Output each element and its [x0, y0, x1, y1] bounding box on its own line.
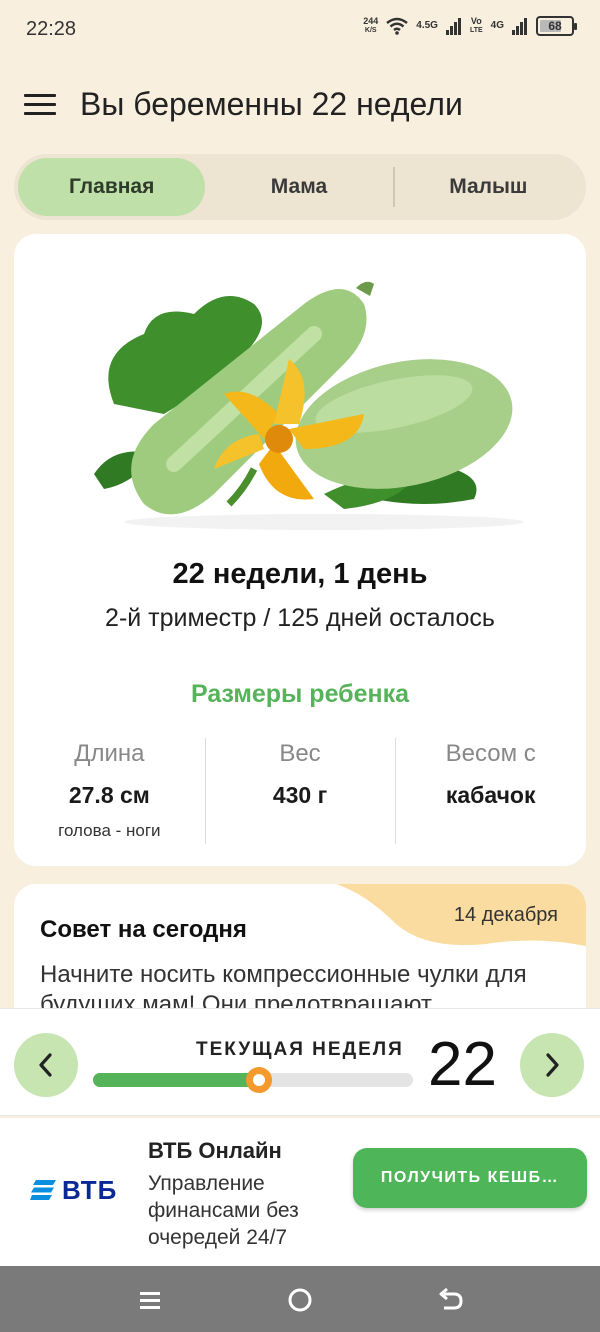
- signal-strength-icon: [512, 18, 527, 35]
- get-cashback-button[interactable]: ПОЛУЧИТЬ КЕШБ…: [353, 1148, 587, 1208]
- recent-apps-icon[interactable]: [136, 1286, 164, 1314]
- metric-value: кабачок: [445, 782, 536, 808]
- metric-note: голова - ноги: [58, 821, 161, 840]
- volte-bottom: LTE: [469, 27, 483, 34]
- tip-date: 14 декабря: [453, 904, 558, 926]
- metric-label: Весом с: [445, 740, 536, 767]
- trimester-remaining: 2-й триместр / 125 дней осталось: [105, 604, 495, 632]
- net-speed: 244 K/S: [363, 17, 378, 35]
- metric-weight: Вес 430 г: [204, 734, 396, 846]
- status-bar: 22:28 244 K/S 4.5G Vo LTE 4G 68: [0, 0, 600, 60]
- wifi-icon: [386, 17, 409, 35]
- ad-text: Управление финансами без очередей 24/7: [148, 1172, 299, 1249]
- baby-metrics: Длина 27.8 см голова - ноги Вес 430 г Ве…: [14, 734, 586, 846]
- vtb-logo-stripes-icon: [30, 1180, 56, 1200]
- metric-size-compare: Весом с кабачок: [395, 734, 586, 846]
- next-week-button[interactable]: [520, 1033, 584, 1097]
- signal2-label: 4G: [490, 20, 504, 31]
- metric-label: Вес: [279, 740, 321, 767]
- signal-strength-icon: [445, 18, 461, 35]
- battery-level: 68: [548, 19, 562, 33]
- signal1-label: 4.5G: [416, 20, 438, 31]
- system-nav-bar: [0, 1266, 600, 1332]
- baby-sizes-title: Размеры ребенка: [190, 680, 410, 708]
- battery-icon: 68: [536, 16, 577, 36]
- tab-mom[interactable]: Мама: [205, 158, 392, 216]
- current-week-number: 22: [428, 1030, 497, 1099]
- week-day-heading: 22 недели, 1 день: [172, 558, 428, 590]
- back-icon[interactable]: [436, 1286, 464, 1314]
- metric-label: Длина: [74, 740, 145, 767]
- week-progress-fill: [93, 1073, 260, 1087]
- tab-main[interactable]: Главная: [18, 158, 206, 216]
- metric-length: Длина 27.8 см голова - ноги: [14, 734, 205, 846]
- net-speed-value: 244: [363, 16, 379, 26]
- page-title: Вы беременны 22 недели: [80, 86, 463, 122]
- pregnancy-summary-card: 22 недели, 1 день 2-й триместр / 125 дне…: [14, 234, 586, 866]
- status-time: 22:28: [26, 18, 77, 40]
- metric-value: 27.8 см: [68, 782, 150, 808]
- home-icon[interactable]: [286, 1286, 314, 1314]
- metric-value: 430 г: [272, 782, 328, 808]
- previous-week-button[interactable]: [14, 1033, 78, 1097]
- vtb-logo: ВТБ: [30, 1174, 120, 1206]
- tab-bar: Главная Мама Малыш: [14, 154, 586, 220]
- app-bar: Вы беременны 22 недели: [0, 70, 600, 144]
- status-icons: 244 K/S 4.5G Vo LTE 4G 68: [363, 16, 577, 36]
- week-progress-bar[interactable]: [93, 1067, 413, 1093]
- menu-icon[interactable]: [24, 94, 56, 118]
- net-speed-unit: K/S: [364, 27, 377, 34]
- week-navigator: ТЕКУЩАЯ НЕДЕЛЯ 22: [0, 1008, 600, 1116]
- vtb-logo-text: ВТБ: [62, 1174, 118, 1205]
- tab-baby[interactable]: Малыш: [395, 158, 582, 216]
- week-progress-knob[interactable]: [246, 1067, 273, 1093]
- volte-badge: Vo LTE: [470, 17, 483, 35]
- current-week-label: ТЕКУЩАЯ НЕДЕЛЯ: [196, 1039, 404, 1060]
- zucchini-illustration: [94, 281, 524, 530]
- volte-top: Vo: [470, 16, 482, 26]
- ad-banner[interactable]: ВТБ ВТБ Онлайн Управление финансами без …: [0, 1118, 600, 1266]
- chevron-left-icon: [39, 1053, 52, 1077]
- tip-title: Совет на сегодня: [40, 916, 247, 943]
- ad-title: ВТБ Онлайн: [148, 1138, 282, 1163]
- chevron-right-icon: [546, 1053, 559, 1077]
